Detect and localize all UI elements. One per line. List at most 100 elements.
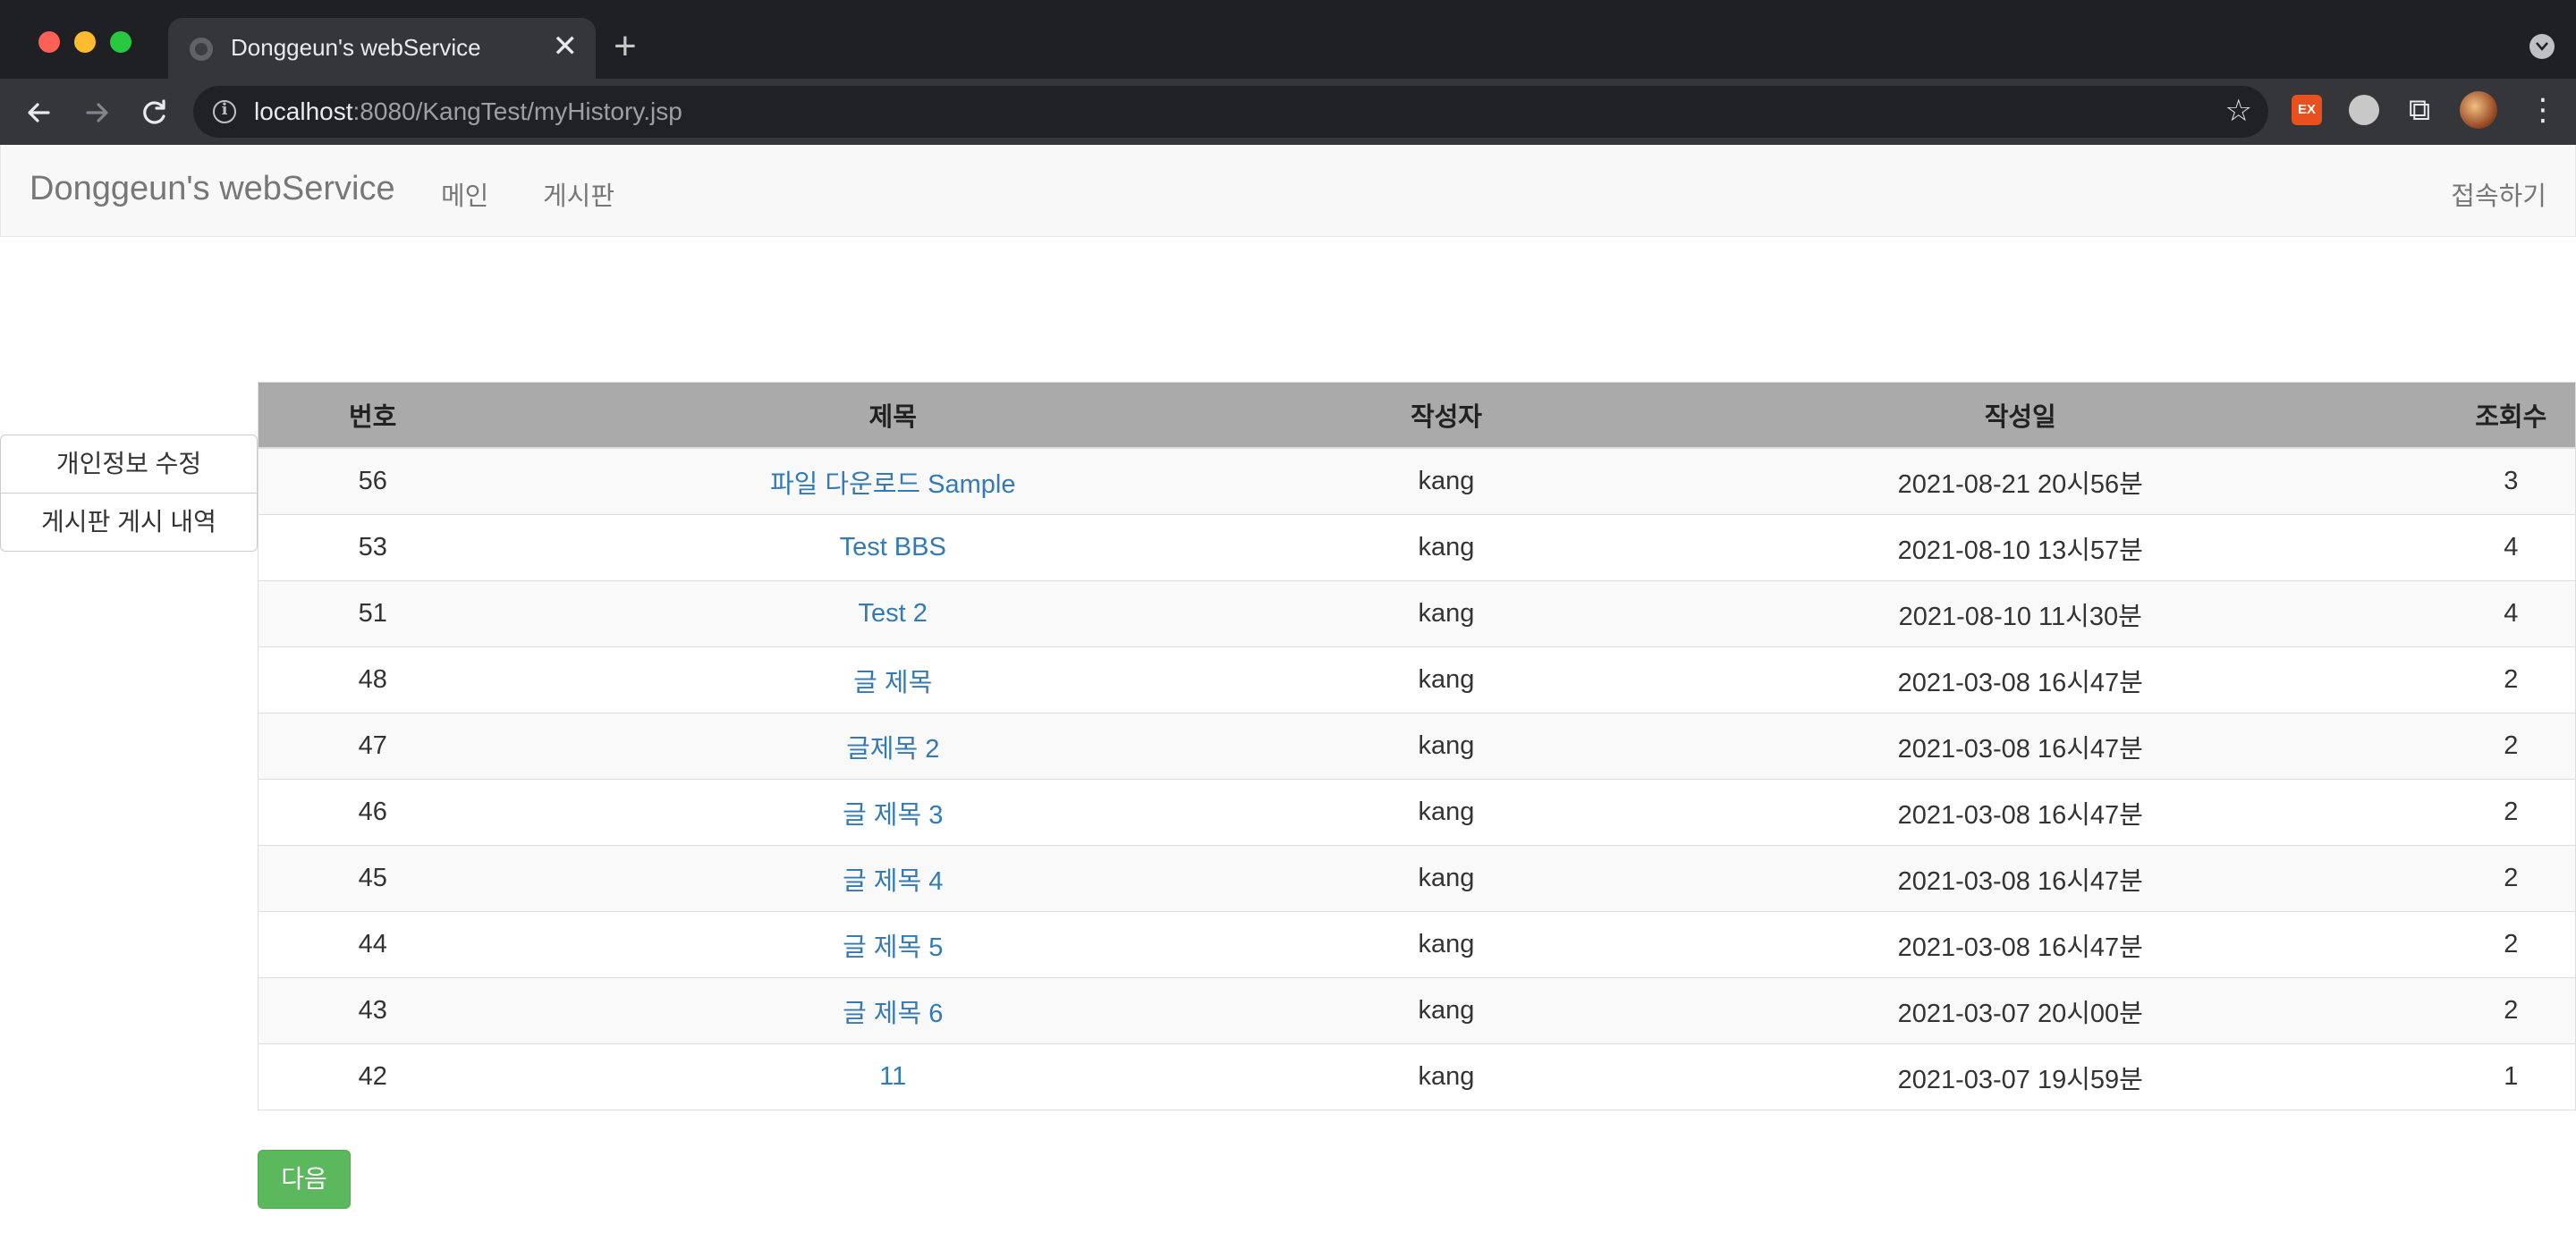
table-row: 46 글 제목 3 kang 2021-03-08 16시47분 2 — [258, 779, 2576, 846]
post-title-link[interactable]: 파일 다운로드 Sample — [770, 470, 1016, 499]
tab-close-icon[interactable]: ✕ — [553, 30, 579, 63]
cell-views: 1 — [2446, 1043, 2576, 1110]
post-title-link[interactable]: 11 — [879, 1062, 906, 1091]
back-arrow-icon[interactable] — [21, 95, 57, 131]
header-title: 제목 — [487, 382, 1300, 449]
tab-title: Donggeun's webService — [231, 34, 481, 61]
site-brand[interactable]: Donggeun's webService — [30, 170, 395, 208]
header-number: 번호 — [258, 382, 487, 449]
bookmark-star-icon[interactable]: ☆ — [2225, 95, 2252, 127]
extensions-puzzle-icon[interactable]: ⧉ — [2404, 95, 2435, 125]
browser-menu-icon[interactable]: ⋮ — [2528, 93, 2558, 127]
table-row: 56 파일 다운로드 Sample kang 2021-08-21 20시56분 3 — [258, 447, 2576, 515]
new-tab-button[interactable]: + — [614, 27, 637, 66]
cell-date: 2021-03-07 19시59분 — [1593, 1043, 2447, 1110]
site-info-icon[interactable] — [213, 100, 236, 123]
table-row: 45 글 제목 4 kang 2021-03-08 16시47분 2 — [258, 845, 2576, 912]
table-row: 53 Test BBS kang 2021-08-10 13시57분 4 — [258, 514, 2576, 581]
cell-views: 2 — [2446, 911, 2576, 978]
header-author: 작성자 — [1299, 382, 1594, 449]
cell-title: 글제목 2 — [487, 713, 1300, 780]
table-row: 51 Test 2 kang 2021-08-10 11시30분 4 — [258, 580, 2576, 647]
window-minimize-button[interactable] — [74, 31, 96, 53]
nav-link-board[interactable]: 게시판 — [543, 175, 614, 213]
account-sidebar: 개인정보 수정 게시판 게시 내역 — [0, 435, 258, 552]
cell-title: 글 제목 3 — [487, 779, 1300, 846]
cell-date: 2021-08-10 13시57분 — [1593, 514, 2447, 581]
cell-author: kang — [1299, 646, 1594, 713]
profile-avatar[interactable] — [2460, 91, 2497, 129]
nav-link-main[interactable]: 메인 — [441, 175, 488, 213]
post-title-link[interactable]: Test BBS — [840, 533, 946, 561]
extension-badge-icon[interactable] — [2349, 95, 2379, 125]
extension-ex-icon[interactable]: EX — [2292, 95, 2322, 125]
cell-author: kang — [1299, 845, 1594, 912]
cell-author: kang — [1299, 447, 1594, 515]
browser-tab[interactable]: Donggeun's webService ✕ — [168, 18, 596, 79]
cell-title: 글 제목 5 — [487, 911, 1300, 978]
cell-views: 2 — [2446, 713, 2576, 780]
sidebar-item-edit-profile[interactable]: 개인정보 수정 — [0, 435, 258, 494]
table-header-row: 번호 제목 작성자 작성일 조회수 — [258, 382, 2576, 449]
post-title-link[interactable]: Test 2 — [859, 599, 928, 628]
next-page-button[interactable]: 다음 — [258, 1150, 351, 1209]
cell-number: 53 — [258, 514, 487, 581]
cell-title: 글 제목 4 — [487, 845, 1300, 912]
post-title-link[interactable]: 글 제목 — [853, 669, 932, 697]
cell-views: 2 — [2446, 646, 2576, 713]
post-title-link[interactable]: 글 제목 6 — [843, 1000, 943, 1028]
url-text[interactable]: localhost:8080/KangTest/myHistory.jsp — [254, 97, 682, 126]
sidebar-item-post-history[interactable]: 게시판 게시 내역 — [0, 493, 258, 552]
table-row: 43 글 제목 6 kang 2021-03-07 20시00분 2 — [258, 977, 2576, 1044]
table-row: 47 글제목 2 kang 2021-03-08 16시47분 2 — [258, 713, 2576, 780]
cell-date: 2021-03-08 16시47분 — [1593, 713, 2447, 780]
post-title-link[interactable]: 글 제목 5 — [843, 933, 943, 962]
cell-author: kang — [1299, 1043, 1594, 1110]
cell-views: 4 — [2446, 514, 2576, 581]
cell-date: 2021-08-10 11시30분 — [1593, 580, 2447, 647]
cell-author: kang — [1299, 779, 1594, 846]
cell-author: kang — [1299, 713, 1594, 780]
address-bar[interactable]: localhost:8080/KangTest/myHistory.jsp ☆ — [193, 86, 2268, 138]
post-title-link[interactable]: 글제목 2 — [846, 735, 939, 764]
cell-date: 2021-08-21 20시56분 — [1593, 447, 2447, 515]
cell-author: kang — [1299, 514, 1594, 581]
url-host: localhost — [254, 97, 353, 125]
nav-login-dropdown[interactable]: 접속하기 — [2451, 175, 2546, 213]
cell-date: 2021-03-08 16시47분 — [1593, 911, 2447, 978]
cell-number: 44 — [258, 911, 487, 978]
cell-number: 56 — [258, 447, 487, 515]
table-row: 48 글 제목 kang 2021-03-08 16시47분 2 — [258, 646, 2576, 713]
tab-search-icon[interactable] — [2529, 34, 2555, 59]
cell-number: 47 — [258, 713, 487, 780]
cell-views: 2 — [2446, 845, 2576, 912]
cell-title: 글 제목 6 — [487, 977, 1300, 1044]
cell-title: 11 — [487, 1043, 1300, 1110]
post-title-link[interactable]: 글 제목 4 — [843, 867, 943, 896]
header-views: 조회수 — [2446, 382, 2576, 449]
cell-number: 48 — [258, 646, 487, 713]
cell-views: 2 — [2446, 977, 2576, 1044]
url-path: :8080/KangTest/myHistory.jsp — [352, 97, 682, 125]
cell-number: 42 — [258, 1043, 487, 1110]
table-row: 44 글 제목 5 kang 2021-03-08 16시47분 2 — [258, 911, 2576, 978]
browser-titlebar: Donggeun's webService ✕ + — [0, 0, 2576, 79]
cell-views: 2 — [2446, 779, 2576, 846]
cell-date: 2021-03-08 16시47분 — [1593, 779, 2447, 846]
browser-toolbar: localhost:8080/KangTest/myHistory.jsp ☆ — [0, 79, 2576, 145]
cell-number: 45 — [258, 845, 487, 912]
cell-number: 51 — [258, 580, 487, 647]
cell-number: 43 — [258, 977, 487, 1044]
reload-icon[interactable] — [136, 95, 172, 131]
cell-title: 파일 다운로드 Sample — [487, 447, 1300, 515]
cell-date: 2021-03-08 16시47분 — [1593, 646, 2447, 713]
window-maximize-button[interactable] — [110, 31, 131, 53]
window-close-button[interactable] — [38, 31, 60, 53]
globe-icon — [190, 38, 213, 61]
site-navbar: Donggeun's webService 메인 게시판 접속하기 — [0, 145, 2576, 237]
cell-number: 46 — [258, 779, 487, 846]
cell-title: 글 제목 — [487, 646, 1300, 713]
forward-arrow-icon[interactable] — [79, 95, 114, 131]
post-title-link[interactable]: 글 제목 3 — [843, 801, 943, 830]
cell-date: 2021-03-08 16시47분 — [1593, 845, 2447, 912]
